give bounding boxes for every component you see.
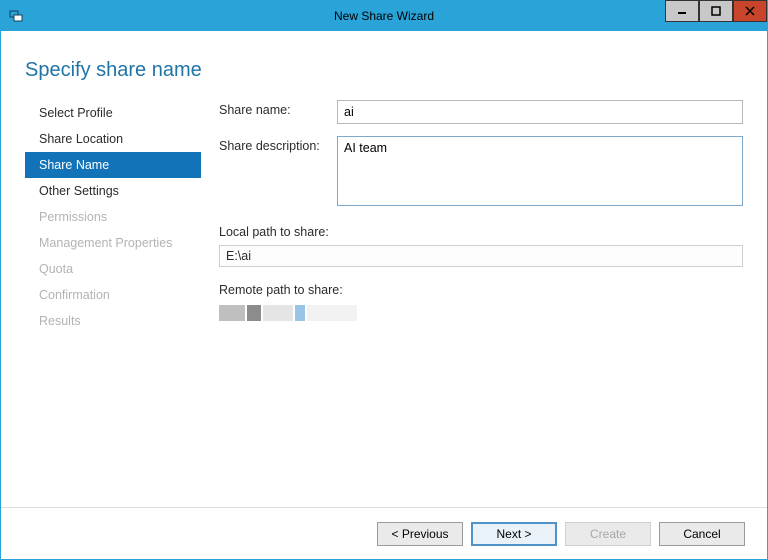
- share-name-row: Share name:: [219, 100, 743, 124]
- body: Select Profile Share Location Share Name…: [1, 100, 767, 507]
- step-share-location[interactable]: Share Location: [25, 126, 201, 152]
- step-results: Results: [25, 308, 201, 334]
- share-description-label: Share description:: [219, 136, 337, 153]
- step-other-settings[interactable]: Other Settings: [25, 178, 201, 204]
- create-button: Create: [565, 522, 651, 546]
- window-title: New Share Wizard: [1, 9, 767, 23]
- step-confirmation: Confirmation: [25, 282, 201, 308]
- close-button[interactable]: [733, 0, 767, 22]
- cancel-button[interactable]: Cancel: [659, 522, 745, 546]
- step-quota: Quota: [25, 256, 201, 282]
- app-icon: [7, 7, 25, 25]
- form-panel: Share name: Share description: Local pat…: [201, 100, 743, 507]
- step-management-properties: Management Properties: [25, 230, 201, 256]
- title-bar: New Share Wizard: [1, 1, 767, 31]
- maximize-button[interactable]: [699, 0, 733, 22]
- step-share-name[interactable]: Share Name: [25, 152, 201, 178]
- share-description-input[interactable]: [337, 136, 743, 206]
- share-description-row: Share description:: [219, 136, 743, 209]
- window-buttons: [665, 1, 767, 31]
- wizard-steps: Select Profile Share Location Share Name…: [1, 100, 201, 507]
- remote-path-value: [219, 303, 743, 323]
- share-name-input[interactable]: [337, 100, 743, 124]
- wizard-window: New Share Wizard Specify share name Sele…: [0, 0, 768, 560]
- step-select-profile[interactable]: Select Profile: [25, 100, 201, 126]
- next-button[interactable]: Next >: [471, 522, 557, 546]
- minimize-button[interactable]: [665, 0, 699, 22]
- client-area: Specify share name Select Profile Share …: [1, 31, 767, 559]
- local-path-label: Local path to share:: [219, 225, 743, 239]
- previous-button[interactable]: < Previous: [377, 522, 463, 546]
- share-name-label: Share name:: [219, 100, 337, 124]
- button-bar: < Previous Next > Create Cancel: [1, 507, 767, 559]
- page-heading: Specify share name: [1, 31, 767, 100]
- step-permissions: Permissions: [25, 204, 201, 230]
- remote-path-label: Remote path to share:: [219, 283, 743, 297]
- local-path-value: E:\ai: [219, 245, 743, 267]
